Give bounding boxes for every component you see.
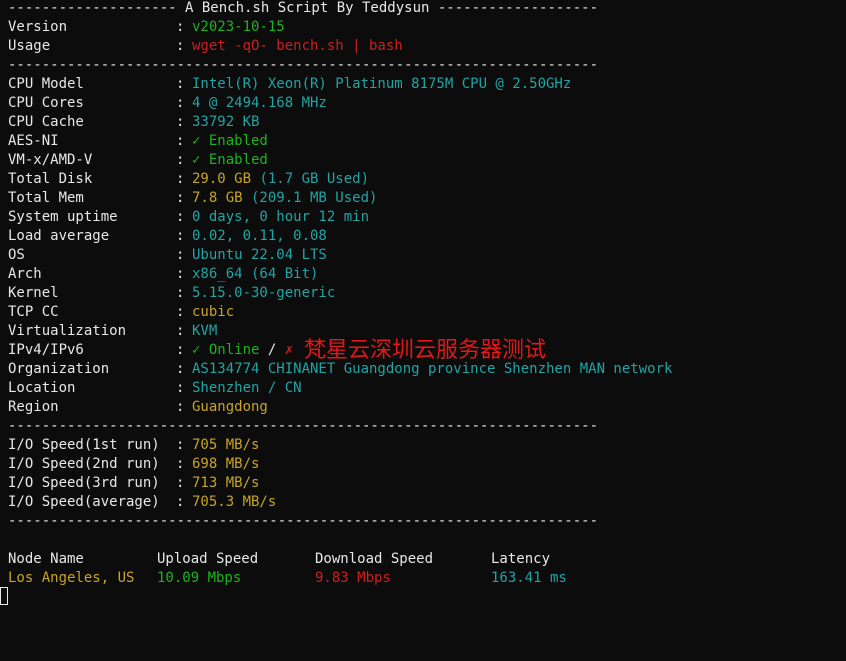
system-row-value: Guangdong — [192, 399, 268, 415]
header-upload-speed: Upload Speed — [157, 551, 259, 567]
system-row-value: x86_64 (64 Bit) — [192, 266, 319, 282]
row-upload-speed: 10.09 Mbps — [157, 570, 242, 586]
terminal-window[interactable]: -------------------- A Bench.sh Script B… — [0, 0, 846, 661]
io-speed-label: I/O Speed(1st run) — [8, 437, 160, 453]
system-row-label: AES-NI — [8, 133, 59, 149]
row-latency: 163.41 ms — [491, 570, 567, 586]
system-row-value: Shenzhen / CN — [192, 380, 302, 396]
system-row-value: 5.15.0-30-generic — [192, 285, 336, 301]
io-speed-value: 705.3 MB/s — [192, 494, 277, 510]
version-label: Version — [8, 19, 68, 35]
system-row-label: CPU Model — [8, 76, 84, 92]
separator-1: ----------------------------------------… — [8, 57, 599, 73]
io-speed-label: I/O Speed(3rd run) — [8, 475, 160, 491]
system-row-value: 0 days, 0 hour 12 min — [192, 209, 370, 225]
system-row-value: Ubuntu 22.04 LTS — [192, 247, 327, 263]
system-row-value: ✓ Online / ✗ — [192, 342, 294, 358]
speedtest-header: Node Name Upload Speed Download Speed La… — [8, 550, 550, 569]
system-row-label: Kernel — [8, 285, 59, 301]
separator-2: ----------------------------------------… — [8, 418, 599, 434]
system-row-label: CPU Cache — [8, 114, 84, 130]
usage-value: wget -qO- bench.sh | bash — [192, 38, 403, 54]
system-row-label: IPv4/IPv6 — [8, 342, 84, 358]
row-download-speed: 9.83 Mbps — [315, 570, 391, 586]
header-latency: Latency — [491, 551, 551, 567]
system-row-label: System uptime — [8, 209, 118, 225]
system-row-label: CPU Cores — [8, 95, 84, 111]
header-node-name: Node Name — [8, 551, 84, 567]
io-speed-label: I/O Speed(average) — [8, 494, 160, 510]
system-row-value: ✓ Enabled — [192, 133, 268, 149]
io-speed-value: 705 MB/s — [192, 437, 260, 453]
system-row-value: 33792 KB — [192, 114, 260, 130]
separator-3: ----------------------------------------… — [8, 513, 599, 529]
row-usage: Usage : wget -qO- bench.sh | bash — [8, 38, 403, 54]
row-node-name: Los Angeles, US — [8, 570, 135, 586]
system-row-value: 4 @ 2494.168 MHz — [192, 95, 327, 111]
system-row-value: KVM — [192, 323, 218, 339]
system-row-value: ✓ Enabled — [192, 152, 268, 168]
system-row-label: OS — [8, 247, 25, 263]
system-row-label: VM-x/AMD-V — [8, 152, 93, 168]
overlay-caption: 梵星云深圳云服务器测试 — [304, 338, 547, 363]
system-row-value: Intel(R) Xeon(R) Platinum 8175M CPU @ 2.… — [192, 76, 572, 92]
system-row-value: 0.02, 0.11, 0.08 — [192, 228, 327, 244]
system-row-value: 29.0 GB (1.7 GB Used) — [192, 171, 370, 187]
io-speed-value: 698 MB/s — [192, 456, 260, 472]
ipv6-status-icon: ✗ — [284, 342, 294, 358]
system-row-label: Arch — [8, 266, 42, 282]
system-row-label: Location — [8, 380, 76, 396]
system-row-label: Total Mem — [8, 190, 84, 206]
system-row-value: 7.8 GB (209.1 MB Used) — [192, 190, 378, 206]
header-download-speed: Download Speed — [315, 551, 434, 567]
speedtest-row: Los Angeles, US 10.09 Mbps 9.83 Mbps 163… — [8, 569, 567, 588]
terminal-cursor — [0, 587, 8, 605]
system-row-label: Total Disk — [8, 171, 93, 187]
header-title-line: -------------------- A Bench.sh Script B… — [8, 0, 599, 16]
row-version: Version : v2023-10-15 — [8, 19, 285, 35]
system-row-label: Organization — [8, 361, 110, 377]
usage-label: Usage — [8, 38, 51, 54]
system-row-label: Virtualization — [8, 323, 127, 339]
system-row-label: Region — [8, 399, 59, 415]
io-speed-label: I/O Speed(2nd run) — [8, 456, 160, 472]
io-speed-value: 713 MB/s — [192, 475, 260, 491]
system-row-value: cubic — [192, 304, 235, 320]
system-row-label: Load average — [8, 228, 110, 244]
system-row-label: TCP CC — [8, 304, 59, 320]
version-value: v2023-10-15 — [192, 19, 285, 35]
